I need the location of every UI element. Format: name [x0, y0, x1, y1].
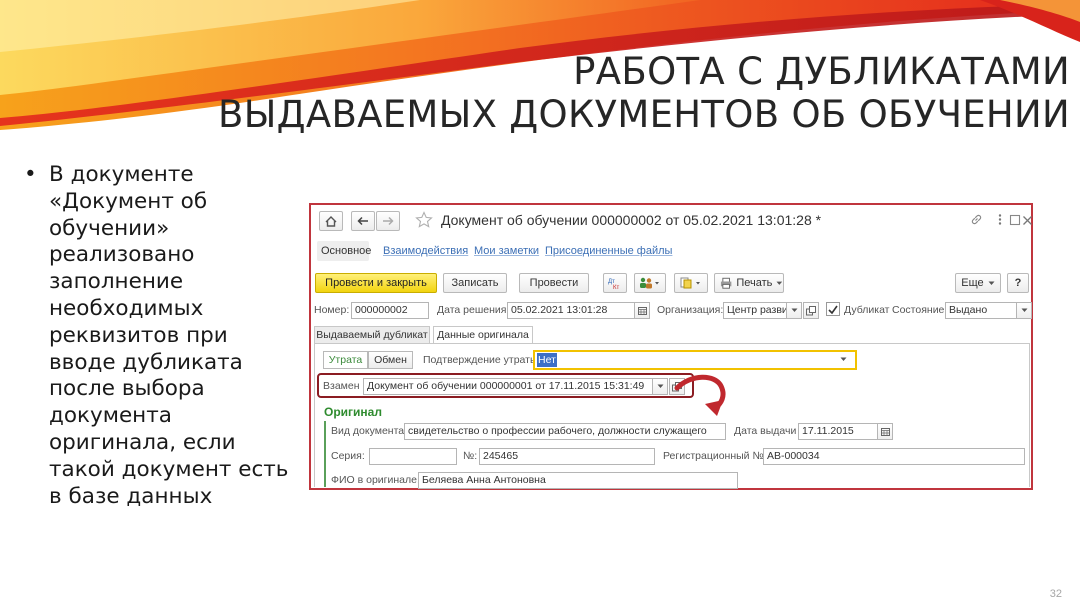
issue-date-calendar-button[interactable] — [877, 423, 893, 440]
curved-arrow-annotation — [674, 374, 726, 416]
chevron-down-icon — [657, 384, 663, 388]
home-icon — [325, 215, 337, 227]
copy-link-button[interactable] — [970, 213, 983, 231]
number2-label: №: — [463, 450, 478, 462]
slide-title-line-1: РАБОТА С ДУБЛИКАТАМИ — [573, 50, 1070, 93]
slide: РАБОТА С ДУБЛИКАТАМИ ВЫДАВАЕМЫХ ДОКУМЕНТ… — [0, 0, 1080, 608]
star-icon — [415, 211, 433, 228]
document-stack-icon — [680, 277, 700, 289]
fio-label: ФИО в оригинале: — [331, 474, 420, 486]
arrow-left-icon — [357, 216, 368, 226]
save-button[interactable]: Записать — [443, 273, 507, 293]
tab-interactions[interactable]: Взаимодействия — [383, 245, 468, 257]
close-button[interactable] — [1022, 213, 1033, 231]
calendar-icon — [880, 428, 890, 436]
favorite-button[interactable] — [415, 211, 433, 234]
reg-number-field[interactable]: АВ-000034 — [763, 448, 1025, 465]
more-actions-label: Еще — [961, 277, 984, 289]
reg-number-label: Регистрационный №: — [663, 450, 767, 462]
dt-kt-button[interactable]: Дт Кт — [603, 273, 627, 293]
chevron-down-icon — [1021, 308, 1027, 312]
series-label: Серия: — [331, 450, 365, 462]
instead-dropdown-button[interactable] — [652, 378, 668, 395]
instead-label: Взамен — [323, 380, 360, 392]
tab-my-notes[interactable]: Мои заметки — [474, 245, 539, 257]
create-based-on-button[interactable] — [674, 273, 708, 293]
duplicate-checkbox[interactable] — [826, 302, 840, 316]
printer-icon — [720, 277, 732, 289]
back-button[interactable] — [351, 211, 375, 231]
original-section-title: Оригинал — [324, 405, 382, 419]
doc-type-label: Вид документа: — [331, 425, 408, 437]
print-button[interactable]: Печать — [714, 273, 784, 293]
decision-date-field[interactable]: 05.02.2021 13:01:28 — [507, 302, 635, 319]
more-actions-button[interactable]: Еще — [955, 273, 1001, 293]
more-vertical-icon — [998, 214, 1002, 225]
chevron-down-icon — [988, 281, 995, 285]
calendar-icon — [637, 307, 647, 315]
close-icon — [1023, 216, 1032, 225]
bullet-point: • В документе «Документ об обучении» реа… — [24, 162, 294, 510]
loss-confirm-value: Нет — [537, 353, 557, 367]
users-icon — [640, 277, 659, 289]
maximize-button[interactable] — [1009, 213, 1021, 231]
original-section-rule — [324, 421, 326, 487]
decision-date-label: Дата решения — [437, 304, 507, 316]
window-title: Документ об обучении 000000002 от 05.02.… — [441, 212, 822, 228]
more-menu-button[interactable] — [997, 213, 1003, 231]
tab-attached-files[interactable]: Присоединенные файлы — [545, 245, 672, 257]
state-label: Состояние — [892, 304, 945, 316]
tab-issued-duplicate[interactable]: Выдаваемый дубликат — [314, 326, 430, 344]
maximize-icon — [1009, 214, 1021, 226]
help-button[interactable]: ? — [1007, 273, 1029, 293]
chevron-down-icon — [776, 281, 783, 285]
fio-field[interactable]: Беляева Анна Антоновна — [418, 472, 738, 489]
checkmark-icon — [828, 305, 838, 315]
issue-date-field[interactable]: 17.11.2015 — [798, 423, 878, 440]
document-window: Документ об обучении 000000002 от 05.02.… — [309, 203, 1033, 490]
open-icon — [806, 305, 816, 315]
print-label: Печать — [736, 277, 773, 289]
duplicate-label: Дубликат — [844, 304, 890, 316]
tab-panel: Утрата Обмен Подтверждение утраты: Нет В… — [314, 343, 1030, 489]
bullet-marker: • — [24, 162, 37, 187]
organization-dropdown-button[interactable] — [786, 302, 802, 319]
tab-original-data[interactable]: Данные оригинала — [433, 326, 533, 344]
forward-button[interactable] — [376, 211, 400, 231]
svg-text:Кт: Кт — [613, 285, 619, 290]
number-field[interactable]: 000000002 — [351, 302, 429, 319]
instead-field[interactable]: Документ об обучении 000000001 от 17.11.… — [363, 378, 653, 395]
loss-confirm-field[interactable]: Нет — [533, 350, 857, 370]
tab-main[interactable]: Основное — [321, 245, 371, 257]
doc-type-field[interactable]: свидетельство о профессии рабочего, долж… — [404, 423, 726, 440]
loss-confirm-label: Подтверждение утраты: — [423, 354, 541, 366]
link-icon — [971, 214, 982, 225]
post-and-close-button[interactable]: Провести и закрыть — [315, 273, 437, 293]
home-button[interactable] — [319, 211, 343, 231]
reason-exchange-toggle[interactable]: Обмен — [368, 351, 413, 369]
series-field[interactable] — [369, 448, 457, 465]
chevron-down-icon — [791, 308, 797, 312]
slide-title: РАБОТА С ДУБЛИКАТАМИ ВЫДАВАЕМЫХ ДОКУМЕНТ… — [218, 50, 1070, 136]
organization-open-button[interactable] — [803, 302, 819, 319]
state-dropdown-button[interactable] — [1016, 302, 1032, 319]
number-label: Номер: — [314, 304, 350, 316]
number2-field[interactable]: 245465 — [479, 448, 655, 465]
bullet-text: В документе «Документ об обучении» реали… — [49, 162, 289, 509]
page-number: 32 — [1049, 588, 1062, 600]
issue-date-label: Дата выдачи — [734, 425, 797, 437]
related-users-button[interactable] — [634, 273, 666, 293]
debit-credit-icon: ДтКт — [608, 279, 619, 290]
slide-title-line-2: ВЫДАВАЕМЫХ ДОКУМЕНТОВ ОБ ОБУЧЕНИИ — [218, 93, 1070, 136]
chevron-down-icon — [840, 357, 847, 361]
organization-label: Организация: — [657, 304, 724, 316]
state-field[interactable]: Выдано — [945, 302, 1017, 319]
post-button[interactable]: Провести — [519, 273, 589, 293]
arrow-right-icon — [383, 216, 394, 226]
decision-date-calendar-button[interactable] — [634, 302, 650, 319]
reason-loss-toggle[interactable]: Утрата — [323, 351, 368, 369]
organization-field[interactable]: Центр развития — [723, 302, 787, 319]
